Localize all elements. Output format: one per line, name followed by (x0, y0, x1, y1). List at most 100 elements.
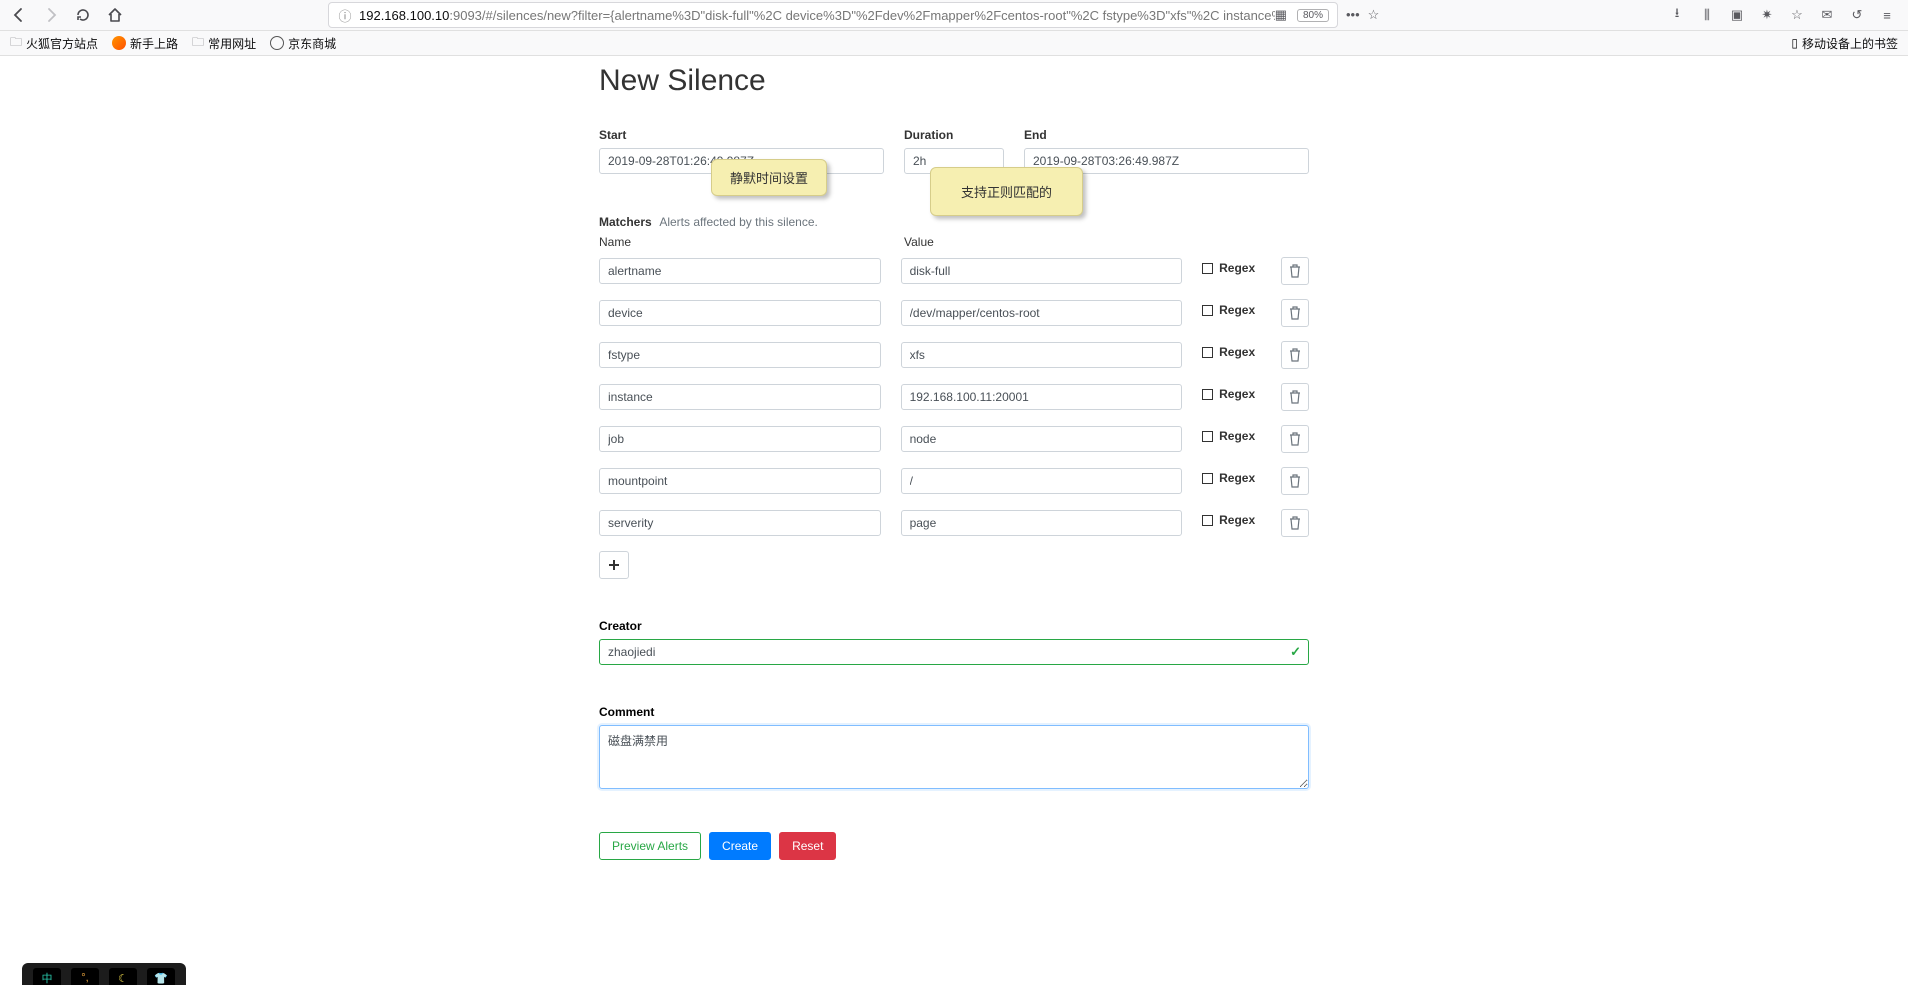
bookmark-firefox-site[interactable]: 🗀火狐官方站点 (10, 33, 98, 54)
addon3-icon[interactable]: ✉ (1818, 7, 1836, 23)
delete-matcher-button[interactable] (1281, 509, 1309, 537)
regex-checkbox[interactable]: Regex (1202, 387, 1261, 401)
checkbox-icon (1202, 473, 1213, 484)
delete-matcher-button[interactable] (1281, 299, 1309, 327)
matcher-row: Regex (599, 509, 1309, 537)
checkbox-icon (1202, 305, 1213, 316)
folder-icon: 🗀 (192, 33, 204, 54)
matcher-name-input[interactable] (599, 468, 881, 494)
label-duration: Duration (904, 128, 1004, 142)
regex-label: Regex (1219, 303, 1255, 317)
regex-checkbox[interactable]: Regex (1202, 303, 1261, 317)
matcher-value-input[interactable] (901, 342, 1183, 368)
regex-checkbox[interactable]: Regex (1202, 345, 1261, 359)
regex-label: Regex (1219, 471, 1255, 485)
comment-textarea[interactable]: 磁盘满禁用 (599, 725, 1309, 789)
regex-checkbox[interactable]: Regex (1202, 513, 1261, 527)
menu-icon[interactable]: ≡ (1878, 8, 1896, 23)
regex-checkbox[interactable]: Regex (1202, 471, 1261, 485)
annotation-duration: 静默时间设置 (711, 159, 827, 196)
folder-icon: 🗀 (10, 33, 22, 54)
trash-icon (1289, 474, 1301, 488)
delete-matcher-button[interactable] (1281, 425, 1309, 453)
col-header-value: Value (904, 235, 1189, 249)
matcher-name-input[interactable] (599, 300, 881, 326)
url-text: 192.168.100.10:9093/#/silences/new?filte… (359, 8, 1275, 23)
label-end: End (1024, 128, 1309, 142)
matcher-row: Regex (599, 299, 1309, 327)
matcher-name-input[interactable] (599, 258, 881, 284)
matcher-value-input[interactable] (901, 258, 1183, 284)
matcher-value-input[interactable] (901, 384, 1183, 410)
trash-icon (1289, 516, 1301, 530)
delete-matcher-button[interactable] (1281, 341, 1309, 369)
ime-key-lang[interactable]: 中 (33, 968, 61, 985)
bookmark-star-icon[interactable]: ☆ (1368, 7, 1380, 23)
preview-alerts-button[interactable]: Preview Alerts (599, 832, 701, 860)
bookmarks-bar: 🗀火狐官方站点 新手上路 🗀常用网址 京东商城 ▯移动设备上的书签 (0, 31, 1908, 56)
regex-label: Regex (1219, 513, 1255, 527)
matcher-value-input[interactable] (901, 468, 1183, 494)
delete-matcher-button[interactable] (1281, 383, 1309, 411)
matcher-name-input[interactable] (599, 510, 881, 536)
bookmark-getting-started[interactable]: 新手上路 (112, 35, 178, 52)
matcher-row: Regex (599, 467, 1309, 495)
add-matcher-button[interactable] (599, 551, 629, 579)
regex-checkbox[interactable]: Regex (1202, 261, 1261, 275)
create-button[interactable]: Create (709, 832, 771, 860)
reload-button[interactable] (70, 2, 96, 28)
addon2-icon[interactable]: ☆ (1788, 7, 1806, 23)
matcher-name-input[interactable] (599, 384, 881, 410)
home-icon (107, 7, 123, 23)
creator-input[interactable] (599, 639, 1309, 665)
ime-key-moon[interactable]: ☾ (109, 968, 137, 985)
label-start: Start (599, 128, 884, 142)
ime-key-punct[interactable]: °, (71, 968, 99, 985)
bookmark-jd[interactable]: 京东商城 (270, 35, 336, 52)
label-matchers: Matchers (599, 215, 652, 229)
more-icon[interactable]: ••• (1346, 7, 1360, 23)
matcher-value-input[interactable] (901, 426, 1183, 452)
mobile-icon: ▯ (1791, 36, 1798, 50)
delete-matcher-button[interactable] (1281, 467, 1309, 495)
regex-label: Regex (1219, 429, 1255, 443)
matcher-row: Regex (599, 383, 1309, 411)
matcher-name-input[interactable] (599, 426, 881, 452)
url-bar[interactable]: ⓘ 192.168.100.10:9093/#/silences/new?fil… (328, 2, 1338, 28)
zoom-badge[interactable]: 80% (1297, 9, 1329, 22)
matchers-hint: Alerts affected by this silence. (659, 215, 818, 229)
checkbox-icon (1202, 515, 1213, 526)
back-button[interactable] (6, 2, 32, 28)
toolbar-right-icons: ⭳ ⫼ ▣ ✷ ☆ ✉ ↺ ≡ (1668, 4, 1896, 26)
qr-icon[interactable]: ▦ (1275, 7, 1287, 23)
ime-key-shirt[interactable]: 👕 (147, 968, 175, 985)
trash-icon (1289, 306, 1301, 320)
delete-matcher-button[interactable] (1281, 257, 1309, 285)
regex-checkbox[interactable]: Regex (1202, 429, 1261, 443)
matcher-row: Regex (599, 425, 1309, 453)
matchers-columns-header: Name Value (599, 235, 1309, 249)
checkbox-icon (1202, 347, 1213, 358)
url-actions: ••• ☆ (1346, 7, 1379, 23)
forward-button[interactable] (38, 2, 64, 28)
reset-button[interactable]: Reset (779, 832, 836, 860)
matcher-value-input[interactable] (901, 510, 1183, 536)
sidebar-icon[interactable]: ▣ (1728, 7, 1746, 23)
home-button[interactable] (102, 2, 128, 28)
matcher-value-input[interactable] (901, 300, 1183, 326)
firefox-icon (112, 36, 126, 50)
ime-toolbar[interactable]: 中 °, ☾ 👕 (22, 963, 186, 985)
matcher-row: Regex (599, 341, 1309, 369)
downloads-icon[interactable]: ⭳ (1668, 4, 1686, 26)
browser-toolbar: ⓘ 192.168.100.10:9093/#/silences/new?fil… (0, 0, 1908, 31)
library-icon[interactable]: ⫼ (1698, 7, 1716, 23)
page-content: New Silence Start Duration End Matchers … (0, 64, 1908, 900)
bookmark-mobile[interactable]: ▯移动设备上的书签 (1791, 35, 1898, 52)
trash-icon (1289, 390, 1301, 404)
addon4-icon[interactable]: ↺ (1848, 7, 1866, 23)
addon1-icon[interactable]: ✷ (1758, 7, 1776, 23)
label-creator: Creator (599, 619, 1309, 633)
matcher-name-input[interactable] (599, 342, 881, 368)
bookmark-common-sites[interactable]: 🗀常用网址 (192, 33, 256, 54)
trash-icon (1289, 348, 1301, 362)
